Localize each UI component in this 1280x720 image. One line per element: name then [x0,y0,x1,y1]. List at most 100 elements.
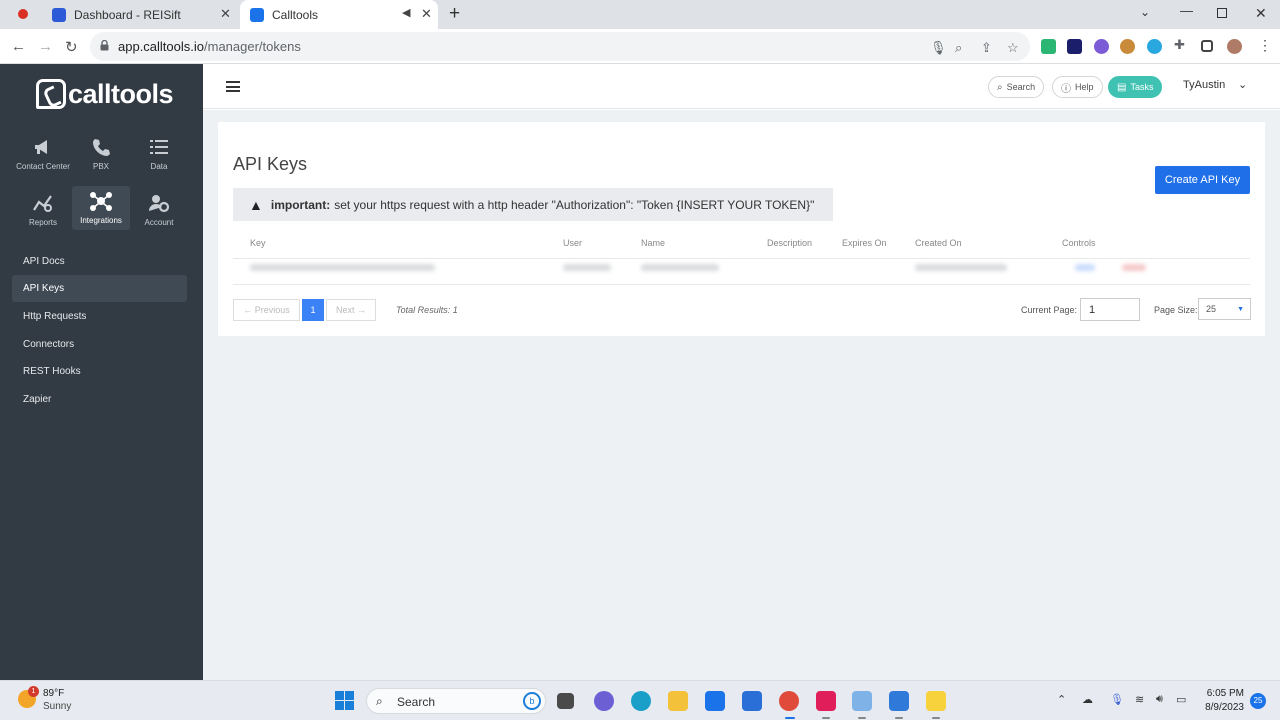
volume-icon[interactable]: 🔊︎ [1156,693,1163,706]
search-icon: ⌕ [376,694,383,708]
microphone-tray-icon[interactable]: 🎙︎ [1110,693,1124,706]
profile-avatar-icon[interactable] [1227,39,1242,54]
windows-start-icon[interactable] [335,691,354,710]
photos-running-indicator [895,717,903,719]
mail-icon[interactable] [705,691,725,711]
store-icon[interactable] [742,691,762,711]
onedrive-cloud-icon[interactable]: ☁︎ [1082,693,1093,706]
bing-icon[interactable]: b [523,692,541,710]
user-name[interactable]: TyAustin [1183,79,1225,91]
module-label: Account [144,218,174,227]
module-integrations[interactable]: Integrations [72,186,130,230]
clock-time[interactable]: 6:05 PM [1206,688,1244,699]
snipping-tool-icon[interactable] [852,691,872,711]
sidebar: calltools Contact Center PBX Data Report… [0,64,203,680]
sidebar-item-zapier[interactable]: Zapier [12,386,187,413]
tab-reisift[interactable]: Dashboard - REISift ✕ [44,0,236,29]
redacted-name [641,264,719,271]
current-page-input[interactable] [1080,298,1140,321]
page-1-button[interactable]: 1 [302,299,324,321]
task-view-icon[interactable] [557,693,574,709]
microphone-icon[interactable]: 🎙︎ [930,40,947,56]
back-icon[interactable]: ← [11,38,26,55]
module-account[interactable]: Account [130,192,188,236]
list-icon [150,140,168,154]
extensions-puzzle-icon[interactable]: ✚ [1174,37,1189,52]
sidebar-item-http-requests[interactable]: Http Requests [12,303,187,330]
module-reports[interactable]: Reports [14,192,72,236]
search-button[interactable]: ⌕ Search [988,76,1045,98]
module-pbx[interactable]: PBX [72,136,130,180]
reload-icon[interactable]: ↻ [65,38,78,56]
column-header-expires-on[interactable]: Expires On [842,238,887,248]
sidebar-item-api-docs[interactable]: API Docs [12,248,187,275]
help-button[interactable]: ⓘ Help [1052,76,1103,98]
tasks-button[interactable]: ▤ Tasks [1108,76,1163,98]
help-icon: ⓘ [1061,83,1071,95]
tab-calltools[interactable]: Calltools ◀︎ ✕ [240,0,438,29]
column-header-user[interactable]: User [563,238,582,248]
tab-search-icon[interactable]: ⌄ [1140,5,1150,19]
tab-title: Calltools [272,7,319,22]
mute-tab-icon[interactable]: ◀︎ [402,6,410,19]
url-host: app.calltools.io [118,39,204,54]
extension-blue-icon[interactable] [1147,39,1162,54]
column-header-key[interactable]: Key [250,238,266,248]
current-page-label: Current Page: [1021,305,1078,315]
file-explorer-icon[interactable] [668,691,688,711]
url-path: /manager/tokens [204,39,301,54]
module-contact-center[interactable]: Contact Center [14,136,72,180]
next-page-button[interactable]: Next → [326,299,376,321]
sticky-notes-icon[interactable] [926,691,946,711]
slack-icon[interactable] [816,691,836,711]
previous-page-button[interactable]: ← Previous [233,299,300,321]
forward-icon[interactable]: → [38,38,53,55]
extension-purple-icon[interactable] [1094,39,1109,54]
hamburger-menu-icon[interactable] [226,81,240,92]
tasks-label: Tasks [1130,82,1154,92]
close-tab-icon[interactable]: ✕ [220,6,231,22]
clock-date[interactable]: 8/9/2023 [1198,702,1244,713]
edge-icon[interactable] [631,691,651,711]
create-api-key-button[interactable]: Create API Key [1155,166,1250,194]
edit-control[interactable] [1075,264,1095,271]
sidebar-item-rest-hooks[interactable]: REST Hooks [12,358,187,385]
close-window-icon[interactable]: ✕ [1255,5,1267,22]
sidebar-item-api-keys[interactable]: API Keys [12,275,187,302]
zoom-icon[interactable]: ⌕ [955,40,962,56]
taskbar-search[interactable]: ⌕ Search b [366,688,546,714]
battery-icon[interactable]: ▭ [1176,693,1186,706]
page-size-select[interactable]: 25 ▼ [1198,298,1251,320]
maximize-icon[interactable] [1217,8,1227,18]
address-bar[interactable]: app.calltools.io/manager/tokens 🎙︎ ⌕ ⇪ ☆ [90,32,1030,61]
browser-menu-icon[interactable]: ⋮ [1258,37,1272,54]
chrome-icon[interactable] [779,691,799,711]
tasks-icon: ▤ [1117,81,1127,93]
column-header-created-on[interactable]: Created On [915,238,962,248]
delete-control[interactable] [1122,264,1146,271]
new-tab-icon[interactable]: + [449,3,460,25]
chevron-up-icon[interactable]: ⌃ [1057,693,1066,706]
extension-green-icon[interactable] [1041,39,1056,54]
close-tab-icon[interactable]: ✕ [421,6,432,22]
column-header-description[interactable]: Description [767,238,812,248]
chevron-down-icon[interactable]: ⌄ [1238,78,1247,91]
column-header-name[interactable]: Name [641,238,665,248]
app-header: ⌕ Search ⓘ Help ▤ Tasks TyAustin ⌄ [203,64,1280,109]
minimize-icon[interactable]: — [1180,3,1193,18]
url-text[interactable]: app.calltools.io/manager/tokens [118,39,301,54]
wifi-icon[interactable]: ≋ [1135,693,1144,706]
calltools-logo[interactable]: calltools [36,78,174,110]
record-icon[interactable] [18,9,28,19]
sidebar-item-connectors[interactable]: Connectors [12,331,187,358]
extension-cookie-icon[interactable] [1120,39,1135,54]
share-icon[interactable]: ⇪ [981,40,992,56]
bookmark-star-icon[interactable]: ☆ [1007,40,1019,56]
module-label: Contact Center [16,162,70,171]
module-data[interactable]: Data [130,136,188,180]
notification-badge[interactable]: 25 [1250,693,1266,709]
sidepanel-icon[interactable] [1201,40,1213,52]
teams-chat-icon[interactable] [594,691,614,711]
extension-play-icon[interactable] [1067,39,1082,54]
photos-icon[interactable] [889,691,909,711]
